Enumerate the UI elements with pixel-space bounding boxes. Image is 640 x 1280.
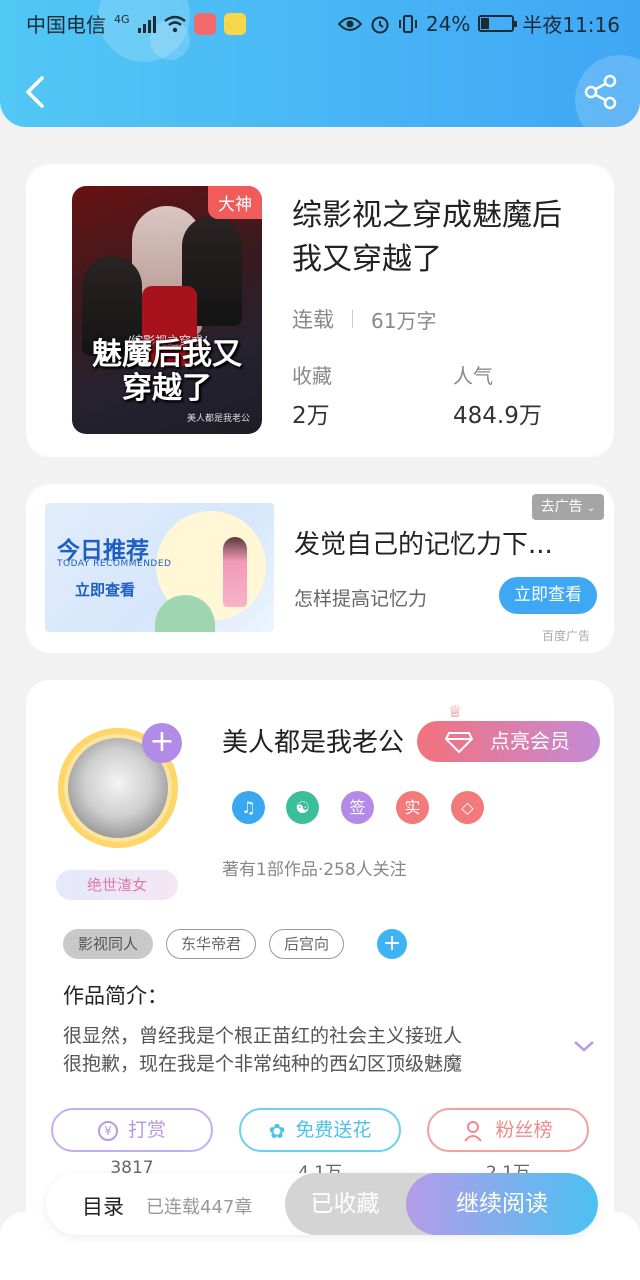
chat-notification-icon (223, 12, 246, 35)
chevron-down-icon: ⌄ (587, 503, 596, 514)
author-name[interactable]: 美人都是我老公 (222, 722, 404, 759)
ad-image-subheading: TODAY RECOMMENDED (57, 559, 172, 569)
continue-reading-button[interactable]: 继续阅读 (406, 1173, 598, 1235)
battery-icon (478, 15, 518, 32)
collected-label: 已收藏 (310, 1191, 380, 1217)
music-badge-icon: ♫ (232, 791, 265, 824)
carrier-label: 中国电信 (26, 13, 106, 37)
share-button[interactable] (584, 74, 618, 110)
flower-icon: ✿ (268, 1118, 286, 1143)
author-level-badge: 大神 (208, 186, 262, 219)
vibrate-icon (398, 14, 417, 33)
book-meta: 连载 61万字 (292, 304, 436, 334)
popularity-label: 人气 (453, 364, 493, 388)
user-icon (464, 1120, 483, 1142)
flower-label: 免费送花 (295, 1119, 372, 1141)
network-label: 4G (114, 13, 130, 26)
eye-icon (337, 16, 362, 31)
status-bar: 中国电信 4G 24% 半夜11:16 (0, 0, 640, 44)
popularity-value: 484.9万 (453, 403, 542, 429)
ad-subtitle: 怎样提高记忆力 (294, 588, 428, 610)
fan-ranking-button[interactable]: 粉丝榜 (427, 1108, 589, 1152)
clock: 半夜11:16 (522, 13, 620, 37)
ad-image-cta: 立即查看 (75, 581, 136, 599)
cover-author: 美人都是我老公 (186, 414, 250, 424)
handshake-badge-icon: ☯ (286, 791, 319, 824)
follow-button[interactable]: + (142, 723, 182, 763)
remove-ad-button[interactable]: 去广告 ⌄ (532, 494, 604, 520)
vip-button[interactable]: 点亮会员 (417, 721, 600, 762)
header-bar: 中国电信 4G 24% 半夜11:16 (0, 0, 640, 127)
book-title: 综影视之穿成魅魔后我又穿越了 (292, 198, 562, 277)
tag-list: 影视同人 东华帝君 后宫向 + (63, 929, 408, 959)
reward-button[interactable]: ¥ 打赏 (51, 1108, 213, 1152)
free-flower-button[interactable]: ✿ 免费送花 (239, 1108, 401, 1152)
favorites-value: 2万 (292, 403, 330, 429)
ad-title[interactable]: 发觉自己的记忆力下... (294, 524, 564, 561)
add-tag-button[interactable]: + (377, 929, 408, 959)
meta-divider (352, 310, 353, 328)
signed-badge: 签 (341, 791, 374, 824)
book-cover[interactable]: 大神 /综影视之穿成/ 魅魔后我又穿越了 美人都是我老公 (72, 186, 262, 434)
ad-view-button[interactable]: 立即查看 (499, 577, 597, 614)
battery-level (481, 18, 489, 29)
fan-ranking-label: 粉丝榜 (495, 1119, 553, 1141)
chapter-count[interactable]: 已连载447章 (146, 1193, 252, 1219)
cover-title-text: 魅魔后我又穿越了 (92, 337, 242, 406)
tag-item[interactable]: 后宫向 (269, 929, 345, 959)
remove-ad-label: 去广告 (540, 499, 583, 515)
alarm-icon (371, 16, 389, 33)
diamond-badge-icon: ◇ (451, 791, 484, 824)
bottom-action-bar: 目录 已连载447章 已收藏 继续阅读 (46, 1173, 598, 1235)
intro-line: 很显然，曾经我是个根正苗红的社会主义接班人 (63, 1025, 463, 1047)
intro-title: 作品简介： (63, 984, 168, 1008)
tag-item[interactable]: 影视同人 (63, 929, 154, 959)
reward-label: 打赏 (127, 1119, 166, 1141)
cover-title: 魅魔后我又穿越了 (72, 338, 262, 406)
vip-button-label: 点亮会员 (490, 729, 570, 753)
verified-badge: 实 (396, 791, 429, 824)
expand-chevron-icon[interactable] (572, 1038, 596, 1054)
tag-item[interactable]: 东华帝君 (166, 929, 257, 959)
word-count: 61万字 (371, 308, 437, 333)
serial-status: 连载 (292, 308, 334, 332)
diamond-icon (445, 732, 473, 753)
app-notification-icon (193, 12, 216, 35)
author-stats: 著有1部作品·258人关注 (222, 860, 407, 880)
yuan-icon: ¥ (97, 1120, 118, 1141)
back-button[interactable] (18, 72, 54, 112)
wifi-icon (163, 15, 186, 32)
intro-line: 很抱歉，现在我是个非常纯种的西幻区顶级魅魔 (63, 1053, 463, 1075)
crown-icon: ♕ (448, 702, 463, 721)
favorites-label: 收藏 (292, 364, 332, 388)
toc-button[interactable]: 目录 (82, 1191, 124, 1221)
battery-percent: 24% (425, 11, 471, 36)
ad-source-label: 百度广告 (542, 629, 591, 643)
ad-image-figure (223, 537, 247, 607)
signal-icon (137, 15, 156, 33)
ad-image[interactable]: 今日推荐 TODAY RECOMMENDED 立即查看 (45, 503, 274, 632)
intro-text: 很显然，曾经我是个根正苗红的社会主义接班人 很抱歉，现在我是个非常纯种的西幻区顶… (63, 1022, 533, 1078)
author-title-badge: 绝世渣女 (56, 870, 178, 900)
